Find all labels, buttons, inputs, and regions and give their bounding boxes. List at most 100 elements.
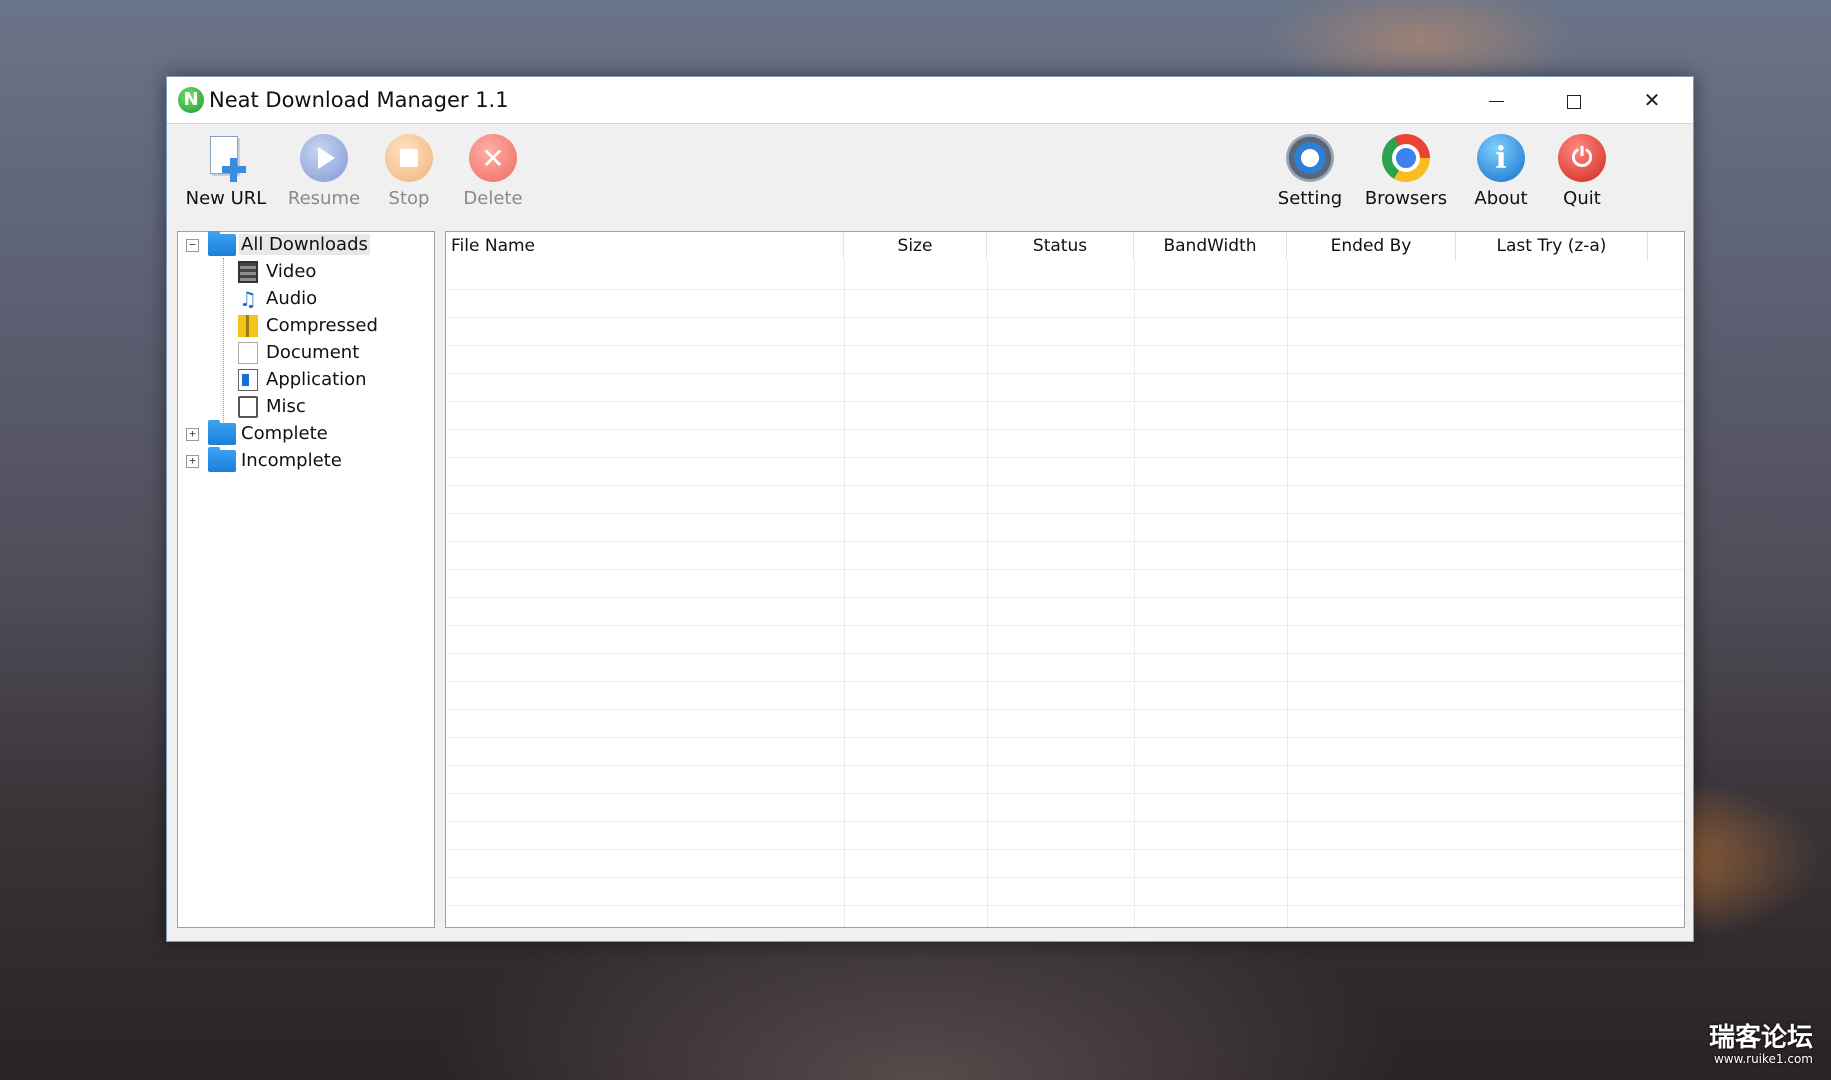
empty-row-line: [446, 457, 1684, 458]
tree-expand-toggle[interactable]: +: [186, 455, 199, 468]
download-list[interactable]: File Name Size Status BandWidth Ended By…: [445, 231, 1685, 928]
empty-row-line: [446, 681, 1684, 682]
tree-item-label: Misc: [266, 396, 306, 417]
chrome-icon: [1382, 134, 1430, 182]
close-icon: ✕: [1643, 88, 1661, 112]
empty-row-line: [446, 653, 1684, 654]
tree-item-label: All Downloads: [239, 234, 370, 255]
empty-row-line: [446, 429, 1684, 430]
list-header: File Name Size Status BandWidth Ended By…: [446, 232, 1684, 261]
new-url-button[interactable]: New URL: [182, 130, 270, 216]
info-icon: i: [1477, 134, 1525, 182]
tree-item-label: Compressed: [266, 315, 378, 336]
tree-item-label: Application: [266, 369, 367, 390]
empty-row-line: [446, 793, 1684, 794]
empty-row-line: [446, 289, 1684, 290]
empty-row-line: [446, 401, 1684, 402]
empty-row-line: [446, 849, 1684, 850]
column-divider: [844, 261, 845, 927]
empty-row-line: [446, 709, 1684, 710]
new-url-label: New URL: [185, 188, 267, 209]
empty-row-line: [446, 877, 1684, 878]
watermark: 瑞客论坛 www.ruike1.com: [1709, 1024, 1813, 1066]
tree-expand-toggle[interactable]: +: [186, 428, 199, 441]
column-header-ended-by[interactable]: Ended By: [1287, 232, 1456, 261]
empty-row-line: [446, 625, 1684, 626]
title-bar[interactable]: N Neat Download Manager 1.1 ✕: [167, 77, 1693, 124]
tree-item-all-downloads[interactable]: All Downloads: [208, 231, 370, 258]
app-logo-icon: N: [178, 87, 204, 113]
empty-row-line: [446, 541, 1684, 542]
tree-item-label: Complete: [241, 423, 328, 444]
about-button[interactable]: i About: [1457, 130, 1545, 216]
empty-row-line: [446, 597, 1684, 598]
resume-button[interactable]: Resume: [280, 130, 368, 216]
column-header-last-try[interactable]: Last Try (z-a): [1456, 232, 1648, 261]
tree-item-misc[interactable]: Misc: [238, 394, 308, 420]
tree-item-video[interactable]: Video: [238, 259, 318, 285]
column-divider: [1287, 261, 1288, 927]
watermark-url: www.ruike1.com: [1713, 1052, 1813, 1066]
tree-item-complete[interactable]: Complete: [208, 420, 330, 447]
gear-icon: [1286, 134, 1334, 182]
category-tree: − All Downloads Video ♫ Audio Compressed …: [177, 231, 435, 928]
empty-row-line: [446, 905, 1684, 906]
stop-label: Stop: [388, 188, 430, 209]
tree-item-label: Audio: [266, 288, 318, 309]
empty-row-line: [446, 821, 1684, 822]
empty-row-line: [446, 513, 1684, 514]
empty-row-line: [446, 373, 1684, 374]
delete-label: Delete: [463, 188, 523, 209]
empty-row-line: [446, 317, 1684, 318]
tree-item-audio[interactable]: ♫ Audio: [238, 286, 319, 312]
empty-row-line: [446, 345, 1684, 346]
column-header-status[interactable]: Status: [987, 232, 1134, 261]
play-icon: [300, 134, 348, 182]
tree-item-application[interactable]: Application: [238, 367, 369, 393]
tree-item-label: Incomplete: [241, 450, 342, 471]
delete-button[interactable]: ✕ Delete: [449, 130, 537, 216]
watermark-title: 瑞客论坛: [1708, 1023, 1813, 1053]
column-header-file-name[interactable]: File Name: [446, 232, 844, 261]
minimize-button[interactable]: [1457, 77, 1535, 123]
document-icon: [238, 342, 258, 364]
empty-row-line: [446, 737, 1684, 738]
music-note-icon: ♫: [239, 287, 257, 311]
new-url-icon: [202, 134, 250, 182]
maximize-icon: [1567, 94, 1581, 109]
delete-icon: ✕: [469, 134, 517, 182]
tree-item-label: Document: [266, 342, 360, 363]
setting-button[interactable]: Setting: [1266, 130, 1354, 216]
misc-box-icon: [238, 396, 258, 418]
folder-icon: [208, 420, 236, 445]
power-icon: ⏻: [1558, 134, 1606, 182]
tree-item-compressed[interactable]: Compressed: [238, 313, 380, 339]
column-header-bandwidth[interactable]: BandWidth: [1134, 232, 1287, 261]
tree-collapse-toggle[interactable]: −: [186, 239, 199, 252]
toolbar: New URL Resume Stop ✕ Delete Setting Bro…: [167, 124, 1693, 222]
close-button[interactable]: ✕: [1613, 77, 1691, 123]
tree-item-incomplete[interactable]: Incomplete: [208, 447, 344, 474]
column-divider: [987, 261, 988, 927]
empty-row-line: [446, 569, 1684, 570]
archive-icon: [238, 315, 258, 337]
stop-button[interactable]: Stop: [365, 130, 453, 216]
folder-icon: [208, 231, 236, 256]
empty-row-line: [446, 765, 1684, 766]
folder-icon: [208, 447, 236, 472]
minimize-icon: [1488, 101, 1504, 102]
quit-label: Quit: [1563, 188, 1601, 209]
tree-item-label: Video: [266, 261, 317, 282]
about-label: About: [1474, 188, 1528, 209]
tree-line: [223, 258, 224, 424]
resume-label: Resume: [287, 188, 361, 209]
film-icon: [238, 261, 258, 283]
browsers-label: Browsers: [1364, 188, 1448, 209]
column-header-size[interactable]: Size: [844, 232, 987, 261]
tree-item-document[interactable]: Document: [238, 340, 361, 366]
maximize-button[interactable]: [1535, 77, 1613, 123]
quit-button[interactable]: ⏻ Quit: [1538, 130, 1626, 216]
browsers-button[interactable]: Browsers: [1362, 130, 1450, 216]
application-icon: [238, 369, 258, 391]
stop-icon: [385, 134, 433, 182]
